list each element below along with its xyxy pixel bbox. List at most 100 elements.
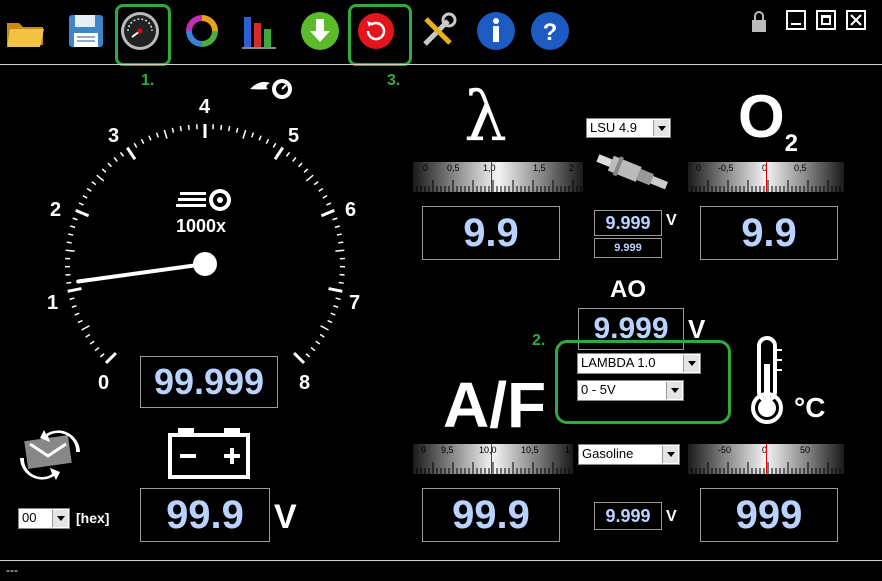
svg-text:?: ? [543,19,558,46]
ao-mode-select[interactable]: LAMBDA 1.0 [577,353,701,374]
af-voltage-unit: V [666,508,677,525]
gauge-tick [99,353,105,358]
gauge-tick [96,174,105,182]
address-select[interactable]: 00 [18,508,70,529]
info-icon[interactable] [474,8,518,54]
chevron-down-icon[interactable] [52,510,68,527]
sensor-voltage-unit: V [666,212,677,229]
sensor-voltage-display: 9.999 [594,210,662,236]
o2-scale-label: -0,5 [718,163,734,173]
o2-symbol: O2 [738,82,798,157]
gauge-tick [330,312,336,316]
gauge-tick [335,297,341,301]
lambda-symbol: λ [464,78,508,157]
gauge-tick [78,202,84,206]
gauge-tick [336,233,342,236]
temp-unit-label: °C [794,392,826,423]
gauge-tick [68,233,74,236]
gauge-tick [332,217,338,221]
sensor-type-select[interactable]: LSU 4.9 [586,118,671,138]
gauge-tick [155,132,159,138]
sync-icon[interactable] [180,8,224,54]
chevron-down-icon[interactable] [653,120,669,136]
save-icon[interactable] [64,8,108,54]
gauge-tick [335,249,345,252]
gauge-tick [338,281,344,284]
turbo-flame-icon [248,76,298,107]
download-icon[interactable] [298,8,342,54]
gauge-tick [320,209,335,218]
lambda-scale-label: 2 [569,163,575,173]
step-2-label: 2. [532,332,546,349]
device-sync-icon[interactable] [18,430,82,485]
gauge-tick [298,162,303,168]
gauge-label-0: 0 [98,372,110,394]
af-display: 99.9 [422,488,560,542]
bar-chart-icon[interactable] [238,8,282,54]
gauge-tick [293,352,306,365]
gauge-tick [75,209,90,218]
gauge-tick [310,346,316,352]
o2-scale-label: 0 [696,163,702,173]
gauge-tick [338,241,344,244]
ao-mode-value: LAMBDA 1.0 [581,355,656,370]
ao-title: AO [610,276,646,303]
lambda-scale: 0 0,5 1,0 1,5 2 [413,162,583,192]
gauge-tick [318,187,324,192]
gauge-tick [89,340,95,345]
af-scale-marker [491,444,492,474]
address-unit-label: [hex] [76,510,110,526]
gauge-label-8: 8 [299,372,311,394]
af-scale-label: 9,5 [441,445,454,455]
chevron-down-icon[interactable] [683,355,699,372]
gauge-tick [125,146,137,161]
gauge-tick [85,333,91,338]
maximize-button[interactable] [816,10,836,30]
gauge-label-4: 4 [199,96,211,118]
lambda-scale-label: 1,0 [483,163,496,173]
minimize-button[interactable] [786,10,806,30]
gauge-tick [322,194,328,199]
gauge-tick [303,168,309,173]
gauge-tick [140,138,145,145]
chevron-down-icon[interactable] [666,382,682,399]
gauge-tick [101,168,107,173]
gauge-tick [333,305,339,308]
gauge-label-6: 6 [345,199,357,221]
folder-open-icon[interactable] [4,8,48,54]
gauge-tick [119,151,125,157]
o2-display: 9.9 [700,206,838,260]
af-scale: 9 9,5 10,0 10,5 1 [413,444,573,474]
gauge-tick [133,142,138,148]
chevron-down-icon[interactable] [662,446,678,463]
gauge-tick [328,287,343,293]
gauge-tick [66,241,72,244]
gauge-label-2: 2 [50,199,62,221]
gauge-tick [74,312,80,316]
gauge-tick [104,352,117,365]
o2-scale-marker [766,162,767,192]
toolbar-divider [0,64,882,65]
gauge-tick [81,325,90,331]
gauge-label-1: 1 [47,292,59,314]
o2-symbol-letter: O [738,83,785,150]
engine-speed-icon [176,186,236,219]
fuel-type-select[interactable]: Gasoline [578,444,680,465]
gauge-tick [148,135,152,141]
gauge-tick [113,157,118,162]
help-icon[interactable]: ? [528,8,572,54]
af-label: A/F [443,369,547,441]
battery-voltage-display: 99.9 [140,488,270,542]
o2-symbol-subscript: 2 [784,130,799,157]
ao-range-select[interactable]: 0 - 5V [577,380,684,401]
tools-icon[interactable] [416,8,460,54]
o2-scale: 0 -0,5 0 0,5 [688,162,844,192]
gauge-tick [86,187,92,192]
battery-voltage-unit: V [274,498,297,536]
lock-icon[interactable] [748,10,772,39]
gauge-tick [305,353,311,358]
gauge-tick [65,249,75,252]
close-button[interactable] [846,10,866,30]
lambda-display: 9.9 [422,206,560,260]
gauge-tick [320,325,329,331]
